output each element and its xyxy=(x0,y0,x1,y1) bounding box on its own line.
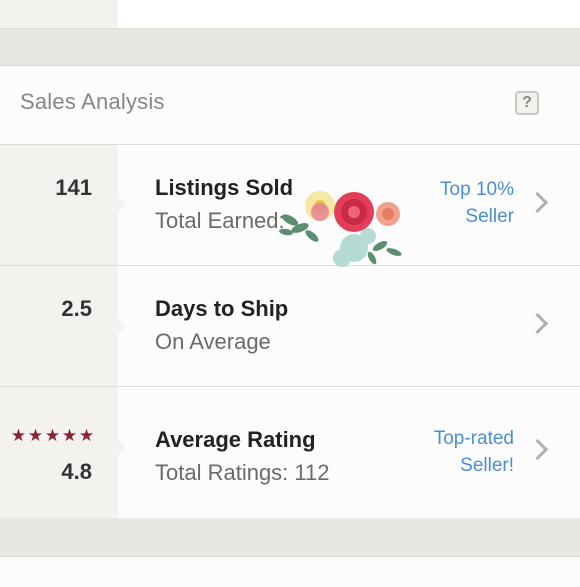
rating-stars: ★ ★ ★ ★ ★ xyxy=(10,426,95,446)
badge-line-1: Top 10% xyxy=(440,179,514,200)
average-rating-row[interactable]: ★ ★ ★ ★ ★ 4.8 Average Rating Total Ratings: … xyxy=(0,387,580,518)
row-subtitle: Total Ratings: 112 xyxy=(155,460,330,485)
card-header: Sales Analysis ? xyxy=(0,66,580,145)
listings-sold-count: 141 xyxy=(55,175,92,200)
chevron-right-icon[interactable] xyxy=(526,191,549,214)
average-rating-value: 4.8 xyxy=(61,459,92,484)
row-title: Average Rating xyxy=(155,427,316,452)
previous-card-stat-column xyxy=(0,0,118,28)
stat-column: 141 xyxy=(0,145,118,265)
row-title: Listings Sold xyxy=(155,175,294,200)
previous-card xyxy=(0,0,580,29)
star-icon: ★ xyxy=(27,426,44,445)
days-to-ship-value: 2.5 xyxy=(61,296,92,321)
stat-column: 2.5 xyxy=(0,266,118,386)
section-divider xyxy=(0,29,580,65)
help-button[interactable]: ? xyxy=(515,91,539,115)
days-to-ship-row[interactable]: 2.5 Days to Ship On Average xyxy=(0,266,580,387)
star-icon: ★ xyxy=(44,426,61,445)
star-icon: ★ xyxy=(78,426,95,445)
badge-line-1: Top-rated xyxy=(433,428,514,449)
row-title: Days to Ship xyxy=(155,296,289,321)
sales-analysis-card: Sales Analysis ? 141 Listings Sold Total… xyxy=(0,65,580,519)
notch-arrow xyxy=(118,318,126,334)
star-icon: ★ xyxy=(10,426,27,445)
next-card xyxy=(0,556,580,587)
notch-arrow xyxy=(118,438,126,455)
section-divider xyxy=(0,518,580,556)
star-icon: ★ xyxy=(61,426,78,445)
badge-line-2: Seller xyxy=(465,206,514,227)
notch-arrow xyxy=(118,197,126,213)
row-subtitle: On Average xyxy=(155,329,271,354)
section-title: Sales Analysis xyxy=(20,89,165,114)
row-subtitle: Total Earned: xyxy=(155,208,285,233)
stat-column: ★ ★ ★ ★ ★ 4.8 xyxy=(0,387,118,518)
chevron-right-icon[interactable] xyxy=(526,312,549,335)
chevron-right-icon[interactable] xyxy=(526,438,549,461)
seller-badge[interactable]: Top 10% Seller xyxy=(440,176,514,230)
badge-line-2: Seller! xyxy=(460,455,514,476)
floral-sticker-icon xyxy=(279,191,402,267)
top-rated-badge[interactable]: Top-rated Seller! xyxy=(434,425,514,479)
